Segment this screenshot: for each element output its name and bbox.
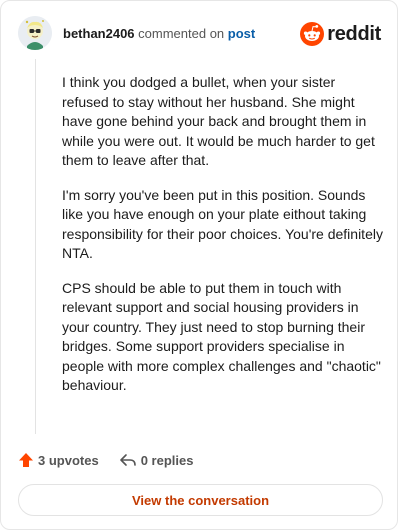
post-link[interactable]: post xyxy=(228,26,255,41)
reply-count: 0 replies xyxy=(140,452,194,468)
brand-wordmark: reddit xyxy=(327,22,381,45)
comment-body: I think you dodged a bullet, when your s… xyxy=(62,73,384,411)
reddit-snoo-icon xyxy=(300,22,325,46)
username-link[interactable]: bethan2406 xyxy=(63,26,135,41)
upvote-count: 3 upvotes xyxy=(38,452,99,468)
comment-actions: 3 upvotes 0 replies xyxy=(18,450,193,470)
comment-header: bethan2406 commented on post reddit xyxy=(18,16,383,52)
comment-paragraph: I think you dodged a bullet, when your s… xyxy=(62,74,375,168)
comment-card: bethan2406 commented on post reddit I th… xyxy=(0,0,398,530)
upvote-button[interactable]: 3 upvotes xyxy=(18,452,99,468)
avatar[interactable] xyxy=(18,16,52,50)
thread-line xyxy=(35,59,36,434)
reply-button[interactable]: 0 replies xyxy=(119,452,194,468)
byline-action-text: commented on xyxy=(138,26,225,41)
upvote-arrow-icon xyxy=(19,453,33,467)
comment-paragraph: CPS should be able to put them in touch … xyxy=(62,279,381,394)
view-conversation-label: View the conversation xyxy=(131,492,270,508)
comment-byline: bethan2406 commented on post xyxy=(63,26,255,41)
reply-arrow-icon xyxy=(119,454,136,466)
view-conversation-button[interactable]: View the conversation xyxy=(18,484,383,516)
comment-paragraph: I'm sorry you've been put in this positi… xyxy=(62,186,383,262)
avatar-image xyxy=(18,16,52,50)
reddit-logo[interactable]: reddit xyxy=(300,21,381,47)
